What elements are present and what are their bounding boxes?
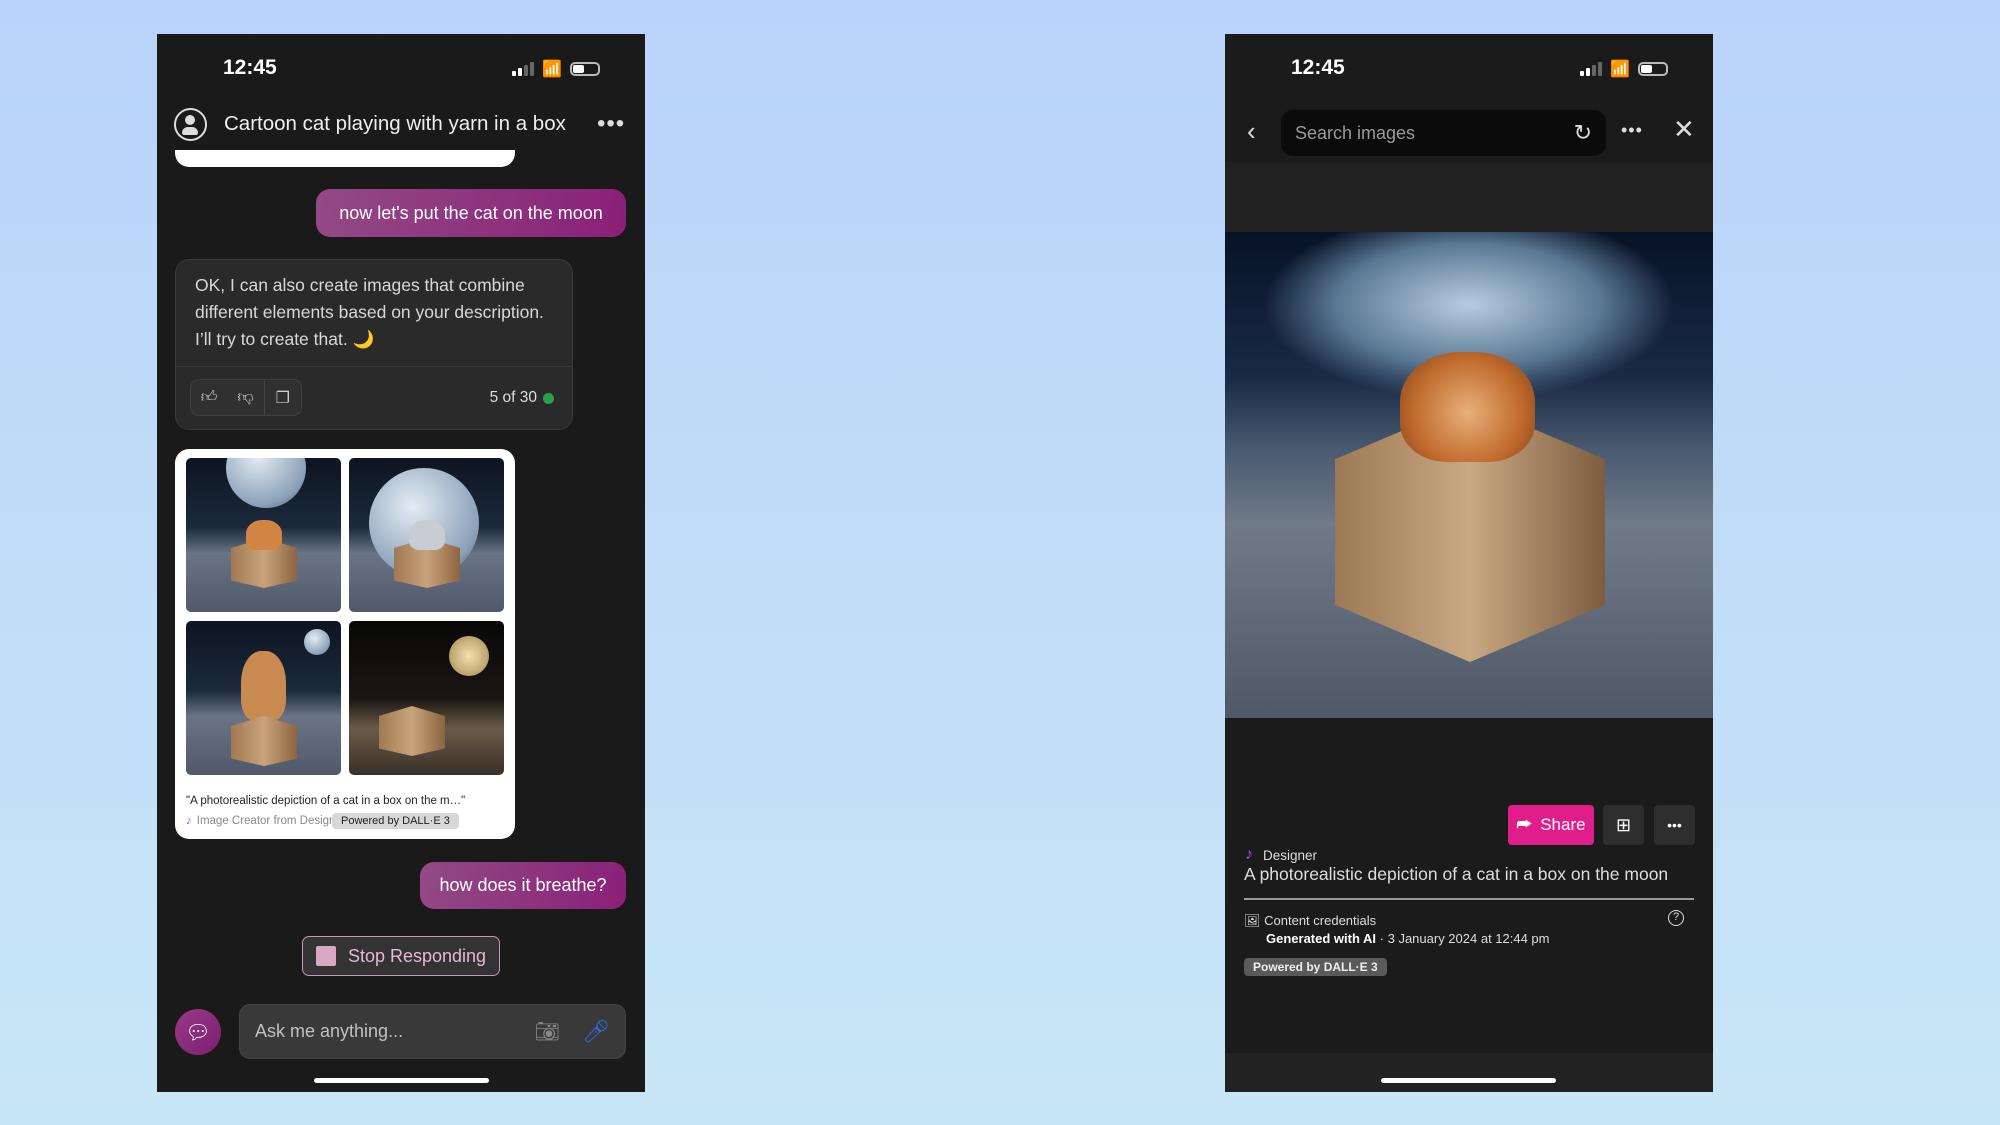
battery-icon	[1638, 62, 1668, 76]
designer-text: Designer	[1263, 847, 1318, 863]
left-phone-chat: 12:45 📶 Cartoon cat playing with yarn in…	[157, 34, 645, 1092]
status-time: 12:45	[223, 56, 277, 79]
home-indicator	[314, 1078, 489, 1083]
assistant-text: OK, I can also create images that combin…	[195, 275, 544, 349]
status-icons: 📶	[512, 59, 600, 79]
credit-text: Image Creator from Designer	[196, 815, 346, 827]
content-credentials: 🖼︎ Content credentials Generated with AI…	[1244, 912, 1550, 948]
share-icon: ⮫	[1516, 815, 1533, 834]
chat-input[interactable]: Ask me anything... 📷︎ 🎤︎	[239, 1004, 626, 1059]
image-creator-credit[interactable]: ♪ Image Creator from Designer	[186, 815, 346, 827]
conversation-title: Cartoon cat playing with yarn in a box	[224, 112, 566, 135]
status-time: 12:45	[1291, 56, 1345, 79]
close-icon[interactable]: ✕	[1673, 114, 1695, 145]
stop-icon	[315, 946, 336, 966]
divider	[1244, 898, 1694, 900]
wifi-icon: 📶	[1610, 61, 1630, 78]
status-dot	[543, 392, 554, 404]
assistant-message: OK, I can also create images that combin…	[175, 259, 573, 430]
designer-logo-icon: ♪	[1245, 846, 1253, 863]
count-text: 5 of 30	[489, 389, 537, 406]
generated-image-2[interactable]	[349, 458, 504, 612]
bottom-bar	[1225, 1053, 1713, 1092]
feedback-buttons: 👍︎ 👎︎ ❐	[190, 379, 302, 416]
thumbs-up-icon[interactable]: 👍︎	[191, 380, 227, 415]
home-indicator	[1381, 1078, 1556, 1083]
dalle-badge: Powered by DALL·E 3	[332, 813, 459, 829]
more-options-button[interactable]: •••	[1621, 120, 1643, 141]
help-icon[interactable]: ?	[1668, 910, 1684, 926]
main-image[interactable]	[1225, 232, 1713, 718]
back-arrow-icon[interactable]: ‹	[1247, 116, 1256, 147]
signal-icon	[512, 62, 535, 76]
message-count: 5 of 30	[490, 389, 554, 407]
generated-date: · 3 January 2024 at 12:44 pm	[1376, 931, 1550, 946]
generated-image-4[interactable]	[349, 621, 504, 775]
generated-image-1[interactable]	[186, 458, 341, 612]
refresh-icon[interactable]: ↻	[1574, 120, 1592, 146]
user-message: how does it breathe?	[420, 862, 626, 909]
divider	[176, 366, 572, 367]
share-label: Share	[1540, 815, 1586, 834]
credentials-title: Content credentials	[1264, 913, 1377, 928]
more-options-button[interactable]: •••	[597, 110, 625, 138]
dalle-badge: Powered by DALL·E 3	[1244, 958, 1387, 976]
battery-icon	[570, 62, 600, 76]
chat-input-placeholder: Ask me anything...	[255, 1021, 404, 1041]
status-icons: 📶	[1580, 59, 1668, 79]
image-caption: "A photorealistic depiction of a cat in …	[186, 795, 466, 807]
more-actions-button[interactable]: •••	[1654, 805, 1695, 845]
new-chat-button[interactable]: 💬︎	[175, 1009, 221, 1055]
search-images-input[interactable]: Search images ↻	[1281, 110, 1606, 156]
signal-icon	[1580, 62, 1603, 76]
generated-image-3[interactable]	[186, 621, 341, 775]
previous-image-card	[175, 150, 515, 167]
image-results-card: "A photorealistic depiction of a cat in …	[175, 449, 515, 839]
microphone-icon[interactable]: 🎤︎	[582, 1019, 610, 1045]
image-top-band	[1225, 162, 1713, 232]
wifi-icon: 📶	[542, 61, 562, 78]
copy-icon[interactable]: ❐	[263, 380, 301, 415]
share-button[interactable]: ⮫ Share	[1508, 805, 1594, 845]
copy-plus-icon: ⊞	[1615, 814, 1632, 835]
add-to-collection-button[interactable]: ⊞	[1603, 805, 1644, 845]
stop-label: Stop Responding	[347, 945, 487, 966]
search-placeholder: Search images	[1295, 122, 1416, 143]
generated-label: Generated with AI	[1266, 931, 1377, 946]
user-message: now let's put the cat on the moon	[316, 189, 626, 237]
camera-icon[interactable]: 📷︎	[535, 1019, 560, 1044]
profile-icon[interactable]	[174, 108, 207, 141]
new-chat-icon: 💬︎	[185, 1021, 211, 1044]
stop-responding-button[interactable]: Stop Responding	[302, 936, 500, 976]
credentials-icon: 🖼︎	[1244, 913, 1261, 928]
designer-label: ♪ Designer	[1245, 846, 1317, 864]
designer-logo-icon: ♪	[186, 815, 192, 827]
right-phone-image-viewer: 12:45 📶 ‹ Search images ↻ ••• ✕ ♪ Designer…	[1225, 34, 1713, 1092]
thumbs-down-icon[interactable]: 👎︎	[227, 380, 263, 415]
image-caption: A photorealistic depiction of a cat in a…	[1244, 864, 1669, 884]
